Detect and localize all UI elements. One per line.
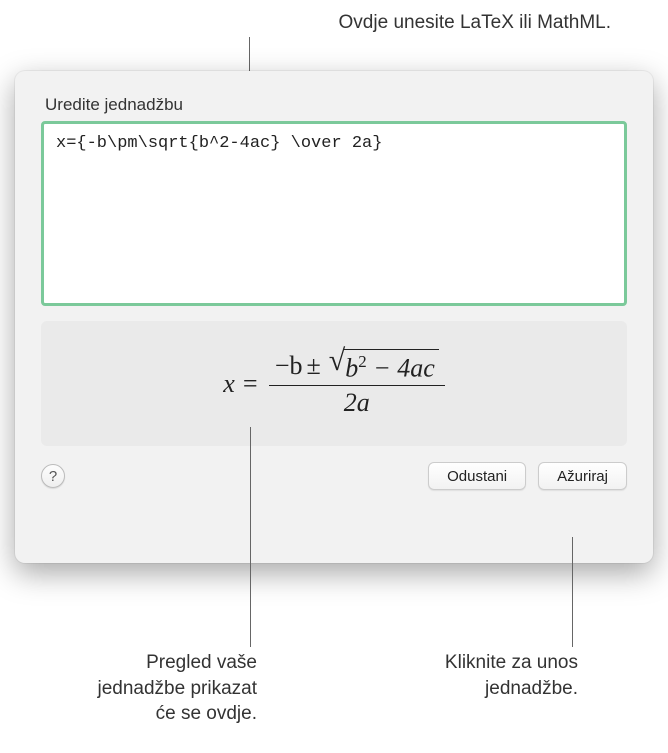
plus-minus-symbol: ± (306, 351, 320, 381)
equation-editor-dialog: Uredite jednadžbu x = −b ± √ b2 − 4ac 2a (15, 71, 653, 563)
callout-button-label: Kliknite za unos jednadžbe. (418, 650, 578, 701)
equation-preview-area: x = −b ± √ b2 − 4ac 2a (41, 321, 627, 446)
radicand-suffix: − 4ac (367, 353, 435, 382)
square-root: √ b2 − 4ac (329, 349, 439, 384)
callout-line (572, 537, 573, 647)
equation-fraction: −b ± √ b2 − 4ac 2a (269, 349, 445, 419)
callout-line (250, 427, 251, 647)
dialog-title: Uredite jednadžbu (45, 95, 627, 115)
callout-input-label: Ovdje unesite LaTeX ili MathML. (339, 12, 611, 34)
equation-numerator: −b ± √ b2 − 4ac (269, 349, 445, 386)
equation-preview: x = −b ± √ b2 − 4ac 2a (223, 349, 445, 419)
radicand: b2 − 4ac (343, 349, 439, 384)
help-button[interactable]: ? (41, 464, 65, 488)
equation-lhs: x = (223, 369, 259, 399)
radicand-base: b (345, 353, 358, 382)
callout-preview-label: Pregled vaše jednadžbe prikazat će se ov… (82, 650, 257, 727)
cancel-button[interactable]: Odustani (428, 462, 526, 490)
button-row: ? Odustani Ažuriraj (41, 462, 627, 490)
equation-denominator: 2a (269, 385, 445, 418)
equation-input[interactable] (41, 121, 627, 306)
update-button[interactable]: Ažuriraj (538, 462, 627, 490)
numerator-minus-b: −b (275, 351, 303, 381)
radicand-exponent: 2 (358, 352, 366, 371)
radical-symbol: √ (329, 346, 345, 376)
